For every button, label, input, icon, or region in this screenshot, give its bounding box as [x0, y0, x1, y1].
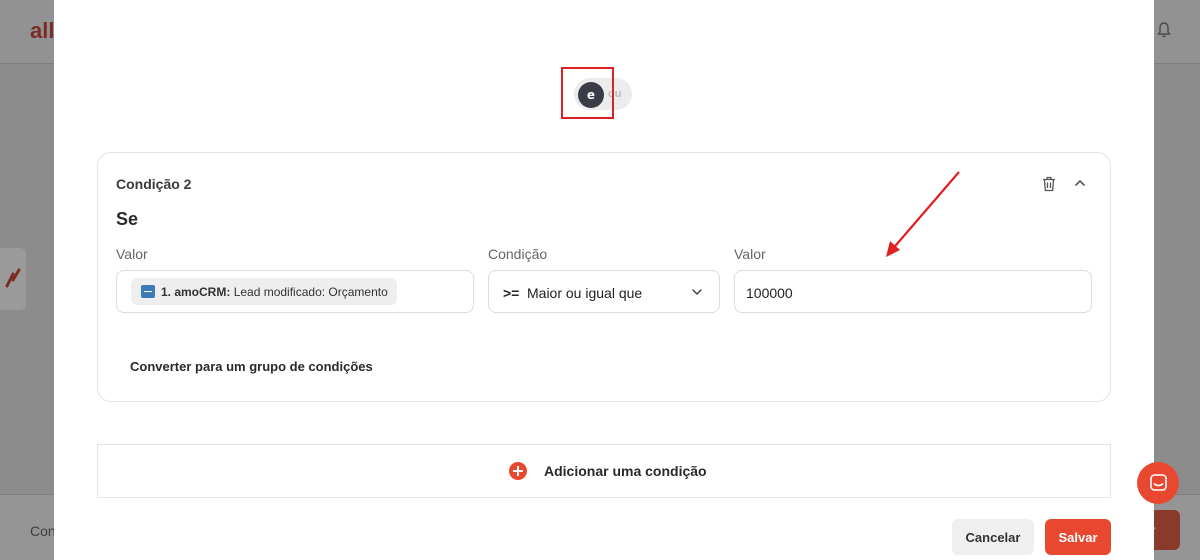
chevron-down-icon[interactable] [691, 287, 703, 297]
condition-label: Condição [488, 246, 548, 262]
chip-field: Lead modificado: Orçamento [233, 285, 388, 299]
if-label: Se [116, 209, 139, 229]
annotation-highlight-box [561, 67, 614, 119]
trash-icon[interactable] [1042, 176, 1056, 192]
value-right-label: Valor [734, 246, 766, 262]
annotation-arrow [886, 171, 960, 257]
amocrm-icon [141, 285, 155, 298]
save-button[interactable]: Salvar [1045, 519, 1111, 555]
plus-circle-icon[interactable] [509, 462, 527, 480]
brand-mark-icon [5, 268, 21, 288]
value-left-label: Valor [116, 246, 148, 262]
operator-text: Maior ou igual que [527, 285, 643, 301]
chip-source: 1. amoCRM: [161, 285, 231, 299]
bell-icon [1157, 22, 1171, 38]
chevron-up-icon[interactable] [1073, 177, 1087, 189]
right-value-text[interactable]: 100000 [746, 285, 793, 301]
add-condition-label[interactable]: Adicionar uma condição [544, 463, 707, 479]
convert-to-group-link[interactable]: Converter para um grupo de condições [130, 359, 373, 374]
condition-title: Condição 2 [116, 176, 192, 192]
app-logo: all [30, 18, 55, 43]
chat-icon[interactable] [1150, 474, 1167, 491]
variable-chip-text: 1. amoCRM: Lead modificado: Orçamento [161, 285, 388, 299]
background-footer-text: Con [30, 523, 56, 539]
operator-symbol: >= [503, 285, 520, 301]
cancel-button[interactable]: Cancelar [952, 519, 1034, 555]
